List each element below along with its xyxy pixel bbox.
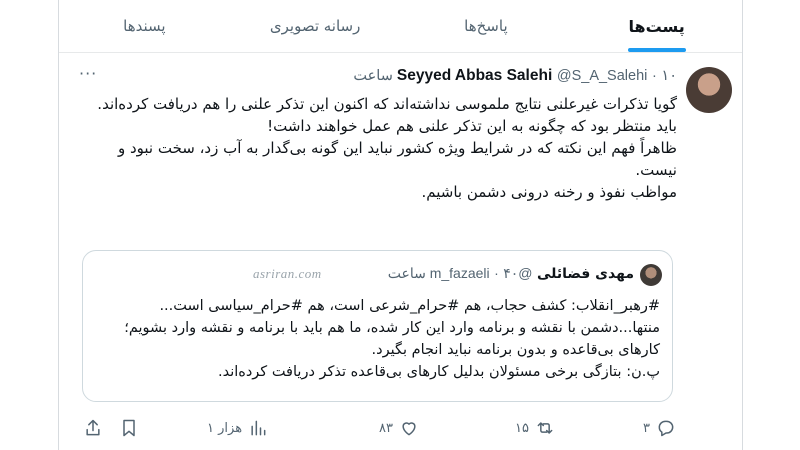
- quoted-header: مهدی فضائلی @m_fazaeli · ۴۰ ساعت: [388, 265, 634, 282]
- tab-posts-label: پست‌ها: [628, 16, 685, 36]
- tab-replies-label: پاسخ‌ها: [464, 17, 508, 35]
- like-button[interactable]: ۸۳: [379, 418, 419, 438]
- tab-posts[interactable]: پست‌ها: [571, 0, 742, 52]
- reply-button[interactable]: ۳: [643, 418, 676, 438]
- avatar[interactable]: [686, 67, 732, 113]
- quoted-time-separator: ·: [494, 265, 499, 281]
- more-icon[interactable]: ···: [79, 64, 97, 83]
- quoted-author-name: مهدی فضائلی: [536, 266, 634, 282]
- quoted-avatar: [640, 264, 662, 286]
- author-handle[interactable]: @S_A_Salehi: [557, 68, 648, 84]
- reply-count: ۳: [643, 420, 650, 436]
- views-count: ۱ هزار: [207, 420, 243, 436]
- post-header: Seyyed Abbas Salehi @S_A_Salehi · ۱۰ ساع…: [353, 67, 677, 85]
- quoted-post[interactable]: مهدی فضائلی @m_fazaeli · ۴۰ ساعت asriran…: [82, 250, 673, 402]
- timeline-frame: پست‌ها پاسخ‌ها رسانه تصویری پسندها ··· S…: [58, 0, 743, 450]
- tab-replies[interactable]: پاسخ‌ها: [401, 0, 572, 52]
- profile-tabs: پست‌ها پاسخ‌ها رسانه تصویری پسندها: [59, 0, 742, 53]
- action-bar: ۱ هزار ۸۳ ۱۵ ۳: [83, 418, 683, 444]
- time-separator: ·: [651, 68, 657, 84]
- like-icon: [402, 422, 416, 436]
- author-name[interactable]: Seyyed Abbas Salehi: [397, 67, 552, 84]
- active-tab-indicator: [627, 48, 686, 52]
- tab-media-label: رسانه تصویری: [269, 17, 361, 35]
- reply-icon: [658, 420, 674, 437]
- retweet-button[interactable]: ۱۵: [515, 418, 555, 438]
- retweet-count: ۱۵: [515, 420, 529, 436]
- quoted-handle: @m_fazaeli: [429, 265, 533, 281]
- post-text: گویا تذکرات غیرعلنی نتایج ملموسی نداشته‌…: [97, 95, 677, 201]
- retweet-icon: [537, 422, 553, 434]
- tab-likes-label: پسندها: [123, 17, 166, 35]
- bookmark-icon: [123, 419, 135, 437]
- tab-media[interactable]: رسانه تصویری: [230, 0, 401, 52]
- like-count: ۸۳: [379, 420, 393, 436]
- quoted-text: #رهبر_انقلاب: کشف حجاب، هم #حرام_شرعی اس…: [124, 298, 660, 380]
- views-button[interactable]: ۱ هزار: [207, 418, 268, 438]
- views-icon: [251, 420, 266, 436]
- tab-likes[interactable]: پسندها: [59, 0, 230, 52]
- watermark: asriran.com: [253, 266, 322, 281]
- share-icon: [86, 419, 100, 436]
- share-button[interactable]: [83, 418, 103, 438]
- bookmark-button[interactable]: [119, 418, 139, 438]
